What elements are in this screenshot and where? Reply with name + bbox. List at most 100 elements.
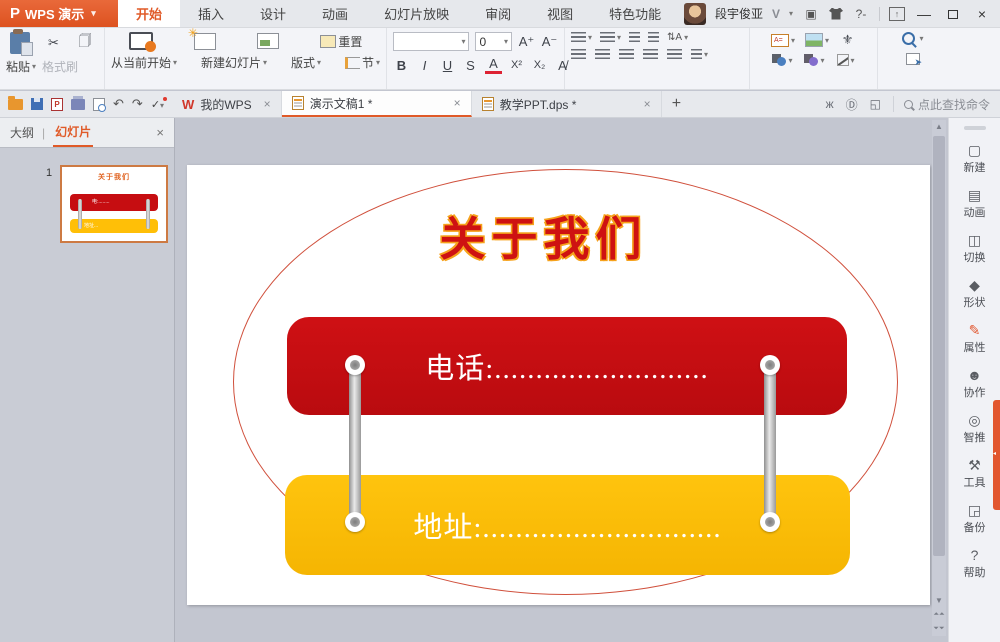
scroll-down-icon[interactable]: ▼ xyxy=(932,594,946,608)
bold-button[interactable]: B xyxy=(393,58,410,73)
shrink-font-button[interactable]: A⁻ xyxy=(541,34,558,50)
arrange-button[interactable]: ▾ xyxy=(804,54,824,66)
tab-outline[interactable]: 大纲 xyxy=(10,124,34,141)
wps-logo[interactable]: P WPS 演示 ▾ xyxy=(0,0,118,27)
new-slide-button[interactable]: 新建幻灯片▾ xyxy=(201,54,267,71)
superscript-button[interactable]: X² xyxy=(508,59,525,71)
tab-slides[interactable]: 幻灯片 xyxy=(53,118,93,147)
cut-icon[interactable]: ✂ xyxy=(45,35,62,51)
sidebar-item-transition[interactable]: ◫ 切换 xyxy=(949,226,1000,271)
play-from-current-button[interactable]: 从当前开始▾ xyxy=(111,54,177,71)
line-button[interactable]: ▾ xyxy=(837,54,855,66)
tab-animation[interactable]: 动画 xyxy=(304,0,366,27)
sidebar-item-animation[interactable]: ▤ 动画 xyxy=(949,181,1000,226)
align-right-icon[interactable] xyxy=(619,49,634,60)
chevron-down-icon[interactable]: ▾ xyxy=(789,9,793,18)
message-icon[interactable]: ▣ xyxy=(802,7,820,21)
reset-button[interactable]: 重置 xyxy=(320,33,362,50)
tab-insert[interactable]: 插入 xyxy=(180,0,242,27)
doc-tab-my-wps[interactable]: W 我的WPS × xyxy=(172,91,282,117)
flowchart-icon[interactable]: ⚜ xyxy=(839,32,856,48)
tab-home[interactable]: 开始 xyxy=(118,0,180,27)
save-icon[interactable] xyxy=(31,98,43,110)
docer-icon[interactable]: Ⓓ xyxy=(846,96,858,113)
customize-qat-icon[interactable]: ✓▾ xyxy=(151,98,164,111)
vertical-scrollbar[interactable]: ▲ ▼ ⏶⏶ ⏷⏷ xyxy=(932,120,946,636)
shapes-button[interactable]: ▾ xyxy=(772,54,792,66)
sidebar-item-shapes[interactable]: ◆ 形状 xyxy=(949,271,1000,316)
paste-button[interactable]: 粘贴▾ xyxy=(6,58,36,75)
send-to-device-icon[interactable]: ◱ xyxy=(870,97,881,111)
format-painter-button[interactable]: 格式刷 xyxy=(42,58,78,75)
vip-badge[interactable]: V xyxy=(772,7,780,21)
slide-thumbnail[interactable]: 关于我们 电:........ 地址... xyxy=(60,165,168,243)
font-color-button[interactable]: A xyxy=(485,56,502,74)
font-name-combo[interactable]: ▾ xyxy=(393,32,469,51)
italic-button[interactable]: I xyxy=(416,58,433,73)
doc-tab-teaching-ppt[interactable]: 教学PPT.dps * × xyxy=(472,91,662,117)
sidebar-pull-tab[interactable] xyxy=(993,400,1000,510)
collapse-ribbon-icon[interactable]: ↑ xyxy=(889,7,905,21)
print-preview-icon[interactable] xyxy=(93,98,105,111)
font-size-combo[interactable]: 0▾ xyxy=(475,32,512,51)
sidebar-item-collaborate[interactable]: ☻ 协作 xyxy=(949,361,1000,406)
print-icon[interactable] xyxy=(71,99,85,110)
doc-tab-presentation1[interactable]: 演示文稿1 * × xyxy=(282,91,472,117)
user-avatar[interactable] xyxy=(684,3,706,25)
numbering-button[interactable]: ▾ xyxy=(600,32,621,43)
bullets-button[interactable]: ▾ xyxy=(571,32,592,43)
tab-special-features[interactable]: 特色功能 xyxy=(591,0,679,27)
text-direction-button[interactable]: ⇅A▾ xyxy=(667,32,688,43)
new-document-tab-button[interactable]: + xyxy=(662,91,691,117)
close-icon[interactable]: × xyxy=(264,97,271,111)
textbox-button[interactable]: A=▾ xyxy=(771,34,795,47)
increase-indent-icon[interactable] xyxy=(648,32,659,43)
scroll-up-icon[interactable]: ▲ xyxy=(932,120,946,134)
open-icon[interactable] xyxy=(8,99,23,110)
close-button[interactable]: × xyxy=(972,6,992,22)
export-pdf-icon[interactable]: P xyxy=(51,98,63,111)
underline-button[interactable]: U xyxy=(439,58,456,73)
distribute-icon[interactable] xyxy=(667,49,682,60)
undo-icon[interactable]: ↶ xyxy=(113,96,124,112)
sidebar-item-help[interactable]: ? 帮助 xyxy=(949,541,1000,586)
slide-1[interactable]: 关于我们 电话:.......................... 地址:..… xyxy=(187,165,930,605)
grow-font-button[interactable]: A⁺ xyxy=(518,34,535,50)
previous-slide-button[interactable]: ⏶⏶ xyxy=(932,608,946,622)
subscript-button[interactable]: X₂ xyxy=(531,59,548,71)
close-panel-icon[interactable]: × xyxy=(156,125,164,140)
user-name[interactable]: 段宇俊亚 xyxy=(715,5,763,22)
tab-slideshow[interactable]: 幻灯片放映 xyxy=(366,0,467,27)
skin-icon[interactable] xyxy=(829,8,843,20)
selection-pane-icon[interactable]: ➤ xyxy=(906,53,920,65)
tab-view[interactable]: 视图 xyxy=(529,0,591,27)
strikethrough-button[interactable]: S xyxy=(462,58,479,73)
line-spacing-button[interactable]: ▾ xyxy=(691,49,708,60)
close-icon[interactable]: × xyxy=(454,96,461,110)
decrease-indent-icon[interactable] xyxy=(629,32,640,43)
restore-button[interactable] xyxy=(943,6,963,22)
minimize-button[interactable]: — xyxy=(914,6,934,22)
find-replace-icon[interactable] xyxy=(902,32,915,45)
editing-canvas[interactable]: 关于我们 电话:.......................... 地址:..… xyxy=(176,118,948,642)
picture-button[interactable]: ▾ xyxy=(805,33,829,47)
find-command-box[interactable]: 点此查找命令 xyxy=(893,96,990,112)
align-left-icon[interactable] xyxy=(571,49,586,60)
tab-design[interactable]: 设计 xyxy=(242,0,304,27)
next-slide-button[interactable]: ⏷⏷ xyxy=(932,622,946,636)
copy-icon[interactable]: 🗍 xyxy=(77,32,94,54)
align-center-icon[interactable] xyxy=(595,49,610,60)
justify-icon[interactable] xyxy=(643,49,658,60)
tab-review[interactable]: 审阅 xyxy=(467,0,529,27)
sidebar-item-new[interactable]: ▢ 新建 xyxy=(949,136,1000,181)
help-icon[interactable]: ?- xyxy=(852,7,870,21)
sidebar-item-properties[interactable]: ✎ 属性 xyxy=(949,316,1000,361)
section-button[interactable]: 节▾ xyxy=(345,54,380,71)
assistant-icon[interactable]: ж xyxy=(826,97,834,111)
close-icon[interactable]: × xyxy=(644,97,651,111)
slide-title[interactable]: 关于我们 xyxy=(187,203,900,269)
scrollbar-thumb[interactable] xyxy=(933,136,945,556)
layout-button[interactable]: 版式▾ xyxy=(291,54,321,71)
redo-icon[interactable]: ↷ xyxy=(132,96,143,112)
sidebar-collapse-handle[interactable] xyxy=(964,126,986,130)
